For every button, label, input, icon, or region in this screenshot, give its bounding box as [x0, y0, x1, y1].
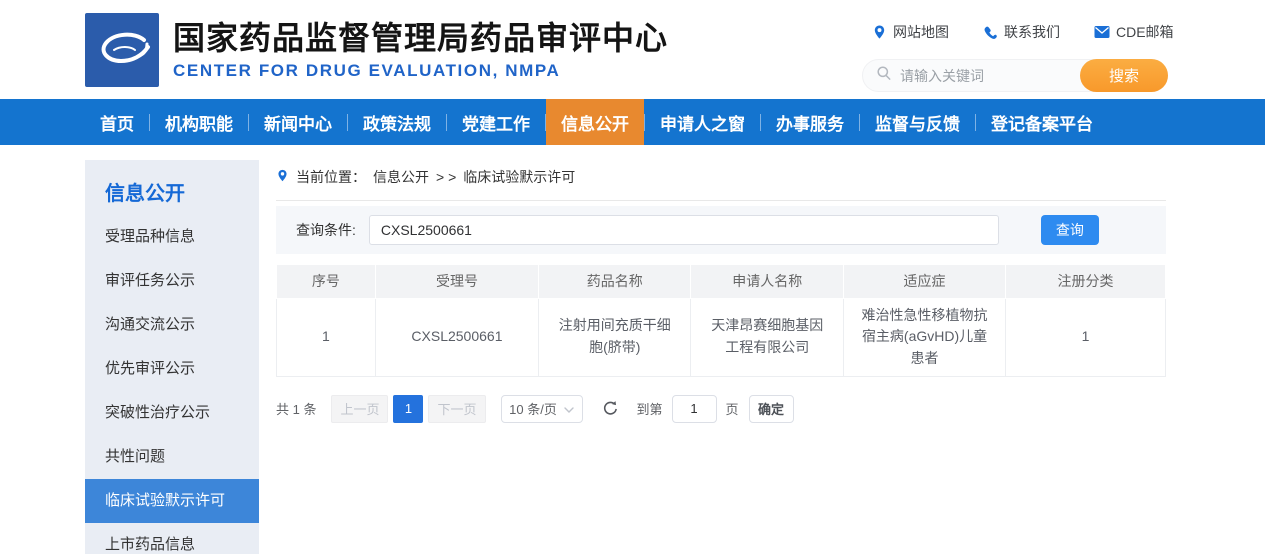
chevron-down-icon: [564, 401, 574, 416]
nav-item-applicant-window[interactable]: 申请人之窗: [645, 99, 760, 145]
results-table: 序号 受理号 药品名称 申请人名称 适应症 注册分类 1 CXSL2500661…: [276, 265, 1166, 377]
cell-registration-class: 1: [1005, 298, 1165, 376]
breadcrumb-separator: > >: [436, 169, 456, 185]
nav-item-party-building[interactable]: 党建工作: [447, 99, 545, 145]
refresh-icon[interactable]: [602, 400, 620, 418]
column-header-acceptance-no: 受理号: [375, 265, 539, 298]
query-bar: 查询条件: 查询: [276, 206, 1166, 254]
next-page-button[interactable]: 下一页: [428, 395, 485, 423]
pagination: 共 1 条 上一页 1 下一页 10 条/页 到第 页 确定: [276, 395, 1166, 423]
table-header-row: 序号 受理号 药品名称 申请人名称 适应症 注册分类: [277, 265, 1166, 298]
column-header-index: 序号: [277, 265, 376, 298]
site-subtitle: CENTER FOR DRUG EVALUATION, NMPA: [173, 61, 668, 81]
sidebar-item-communication[interactable]: 沟通交流公示: [85, 303, 259, 347]
page-size-select[interactable]: 10 条/页: [501, 395, 583, 423]
breadcrumb: 当前位置： 信息公开 > > 临床试验默示许可: [276, 167, 1166, 201]
search-icon: [876, 65, 892, 86]
brand-text: 国家药品监督管理局药品审评中心 CENTER FOR DRUG EVALUATI…: [173, 13, 668, 81]
sidebar-item-review-tasks[interactable]: 审评任务公示: [85, 259, 259, 303]
mail-icon: [1094, 25, 1110, 39]
search-input[interactable]: [892, 60, 1080, 91]
query-button[interactable]: 查询: [1041, 215, 1099, 245]
query-input[interactable]: [369, 215, 999, 245]
nav-item-services[interactable]: 办事服务: [761, 99, 859, 145]
cde-mail-link[interactable]: CDE邮箱: [1094, 22, 1174, 42]
site-header: 国家药品监督管理局药品审评中心 CENTER FOR DRUG EVALUATI…: [0, 0, 1265, 99]
table-row: 1 CXSL2500661 注射用间充质干细胞(脐带) 天津昂赛细胞基因工程有限…: [277, 298, 1166, 376]
phone-icon: [983, 25, 998, 40]
search-button[interactable]: 搜索: [1080, 59, 1168, 92]
cde-logo-icon[interactable]: [85, 13, 159, 87]
nav-item-home[interactable]: 首页: [85, 99, 149, 145]
sidebar-item-breakthrough-therapy[interactable]: 突破性治疗公示: [85, 391, 259, 435]
nav-item-news-center[interactable]: 新闻中心: [249, 99, 347, 145]
total-count: 共 1 条: [276, 399, 316, 418]
cell-applicant: 天津昂赛细胞基因工程有限公司: [691, 298, 844, 376]
sidebar-item-accepted-products[interactable]: 受理品种信息: [85, 215, 259, 259]
site-title: 国家药品监督管理局药品审评中心: [173, 18, 668, 58]
sidebar-title: 信息公开: [85, 160, 259, 215]
brand: 国家药品监督管理局药品审评中心 CENTER FOR DRUG EVALUATI…: [85, 13, 668, 87]
column-header-applicant: 申请人名称: [691, 265, 844, 298]
map-pin-icon: [872, 24, 887, 40]
page-unit-label: 页: [726, 399, 739, 418]
column-header-drug-name: 药品名称: [539, 265, 691, 298]
contact-us-link[interactable]: 联系我们: [983, 22, 1060, 42]
nav-item-supervision-feedback[interactable]: 监督与反馈: [860, 99, 975, 145]
nav-item-info-disclosure[interactable]: 信息公开: [546, 99, 644, 145]
column-header-registration-class: 注册分类: [1005, 265, 1165, 298]
page-number-button[interactable]: 1: [393, 395, 423, 423]
column-header-indication: 适应症: [844, 265, 1006, 298]
cell-indication: 难治性急性移植物抗宿主病(aGvHD)儿童患者: [844, 298, 1006, 376]
cell-acceptance-no: CXSL2500661: [375, 298, 539, 376]
sidebar-item-marketed-drug-info[interactable]: 上市药品信息: [85, 523, 259, 554]
confirm-button[interactable]: 确定: [749, 395, 794, 423]
page-body: 信息公开 受理品种信息 审评任务公示 沟通交流公示 优先审评公示 突破性治疗公示…: [0, 145, 1265, 554]
cell-index: 1: [277, 298, 376, 376]
sitemap-link[interactable]: 网站地图: [872, 22, 949, 42]
query-label: 查询条件:: [296, 220, 356, 240]
sidebar-item-common-issues[interactable]: 共性问题: [85, 435, 259, 479]
main-nav: 首页 机构职能 新闻中心 政策法规 党建工作 信息公开 申请人之窗 办事服务 监…: [0, 99, 1265, 145]
sidebar-item-priority-review[interactable]: 优先审评公示: [85, 347, 259, 391]
location-pin-icon: [276, 168, 289, 186]
page-size-value: 10 条/页: [509, 399, 557, 418]
sidebar-item-clinical-trial-implied-license[interactable]: 临床试验默示许可: [85, 479, 259, 523]
breadcrumb-current[interactable]: 临床试验默示许可: [463, 167, 575, 187]
prev-page-button[interactable]: 上一页: [331, 395, 388, 423]
breadcrumb-section-link[interactable]: 信息公开: [373, 167, 429, 187]
cell-drug-name: 注射用间充质干细胞(脐带): [539, 298, 691, 376]
nav-item-org-functions[interactable]: 机构职能: [150, 99, 248, 145]
main-content: 当前位置： 信息公开 > > 临床试验默示许可 查询条件: 查询 序号 受理号 …: [276, 167, 1166, 423]
breadcrumb-prefix: 当前位置：: [296, 167, 366, 187]
goto-page-input[interactable]: [672, 395, 717, 423]
site-search: 搜索: [862, 59, 1168, 92]
goto-page-label: 到第: [637, 399, 663, 418]
nav-item-registration-platform[interactable]: 登记备案平台: [976, 99, 1108, 145]
nav-item-policies[interactable]: 政策法规: [348, 99, 446, 145]
quick-links: 网站地图 联系我们 CDE邮箱: [872, 22, 1174, 42]
sidebar: 信息公开 受理品种信息 审评任务公示 沟通交流公示 优先审评公示 突破性治疗公示…: [85, 160, 259, 554]
cde-website: 国家药品监督管理局药品审评中心 CENTER FOR DRUG EVALUATI…: [0, 0, 1265, 554]
